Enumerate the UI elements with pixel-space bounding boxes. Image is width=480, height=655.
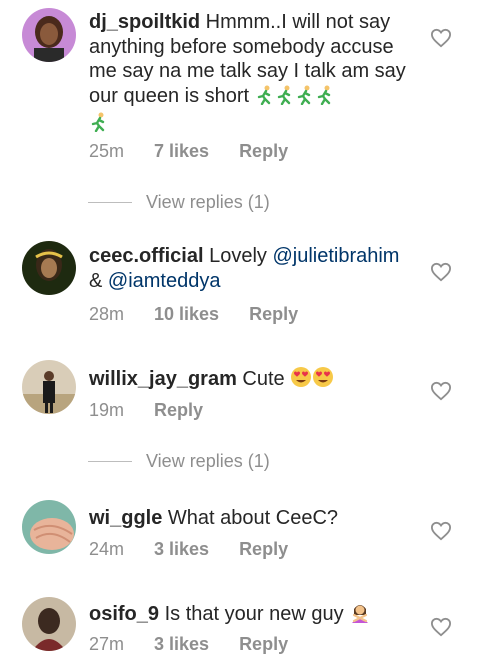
comment-meta: 28m 10 likes Reply [89,304,328,325]
runner-emoji [89,112,109,139]
heart-icon[interactable] [430,521,452,541]
comment-text: osifo_9 Is that your new guy [89,601,419,630]
view-replies-label: View replies (1) [146,451,270,471]
comment-username[interactable]: wi_ggle [89,507,162,529]
comment-username[interactable]: dj_spoiltkid [89,11,200,33]
view-replies-button[interactable]: View replies (1) [88,451,270,472]
comment-meta: 24m 3 likes Reply [89,539,318,560]
comment-username[interactable]: willix_jay_gram [89,368,237,390]
comment-time: 28m [89,304,125,324]
comment-username[interactable]: osifo_9 [89,603,159,625]
heart-icon[interactable] [430,617,452,637]
person-gesturing-no-emoji [349,601,371,630]
reply-button[interactable]: Reply [249,304,298,325]
comment-time: 25m [89,141,125,161]
view-replies-label: View replies (1) [146,192,270,212]
comment-text: ceec.official Lovely @julietibrahim & @i… [89,244,419,293]
comment-time: 19m [89,400,125,420]
heart-eyes-emoji [312,366,334,395]
comment-username[interactable]: ceec.official [89,245,204,267]
comment-body: Lovely [203,245,273,267]
reply-button[interactable]: Reply [239,539,288,560]
runner-emoji [255,85,275,112]
heart-icon[interactable] [430,381,452,401]
heart-icon[interactable] [430,262,452,282]
comment-meta: 25m 7 likes Reply [89,141,318,162]
runner-emoji [295,85,315,112]
mention-link[interactable]: @iamteddya [108,270,221,292]
avatar[interactable] [22,241,76,295]
likes-count[interactable]: 3 likes [154,539,209,560]
reply-button[interactable]: Reply [154,400,203,421]
comment-text: dj_spoiltkid Hmmm..I will not say anythi… [89,10,419,139]
comment-body: Cute [236,368,285,390]
comment-text: wi_ggle What about CeeC? [89,506,419,531]
divider [88,202,132,203]
comment-text: willix_jay_gram Cute [89,366,419,395]
heart-icon[interactable] [430,28,452,48]
view-replies-button[interactable]: View replies (1) [88,192,270,213]
divider [88,461,132,462]
likes-count[interactable]: 10 likes [154,304,219,325]
heart-eyes-emoji [290,366,312,395]
avatar[interactable] [22,360,76,414]
avatar[interactable] [22,8,76,62]
comment-body: What about CeeC? [162,507,339,529]
runner-emoji [315,85,335,112]
comment-meta: 19m Reply [89,400,233,421]
avatar[interactable] [22,500,76,554]
comment-body: Is that your new guy [159,603,344,625]
comment-body: & [89,269,108,292]
likes-count[interactable]: 7 likes [154,141,209,162]
reply-button[interactable]: Reply [239,141,288,162]
runner-emoji [275,85,295,112]
avatar[interactable] [22,597,76,651]
comment-time: 24m [89,539,125,559]
mention-link[interactable]: @julietibrahim [272,245,399,267]
